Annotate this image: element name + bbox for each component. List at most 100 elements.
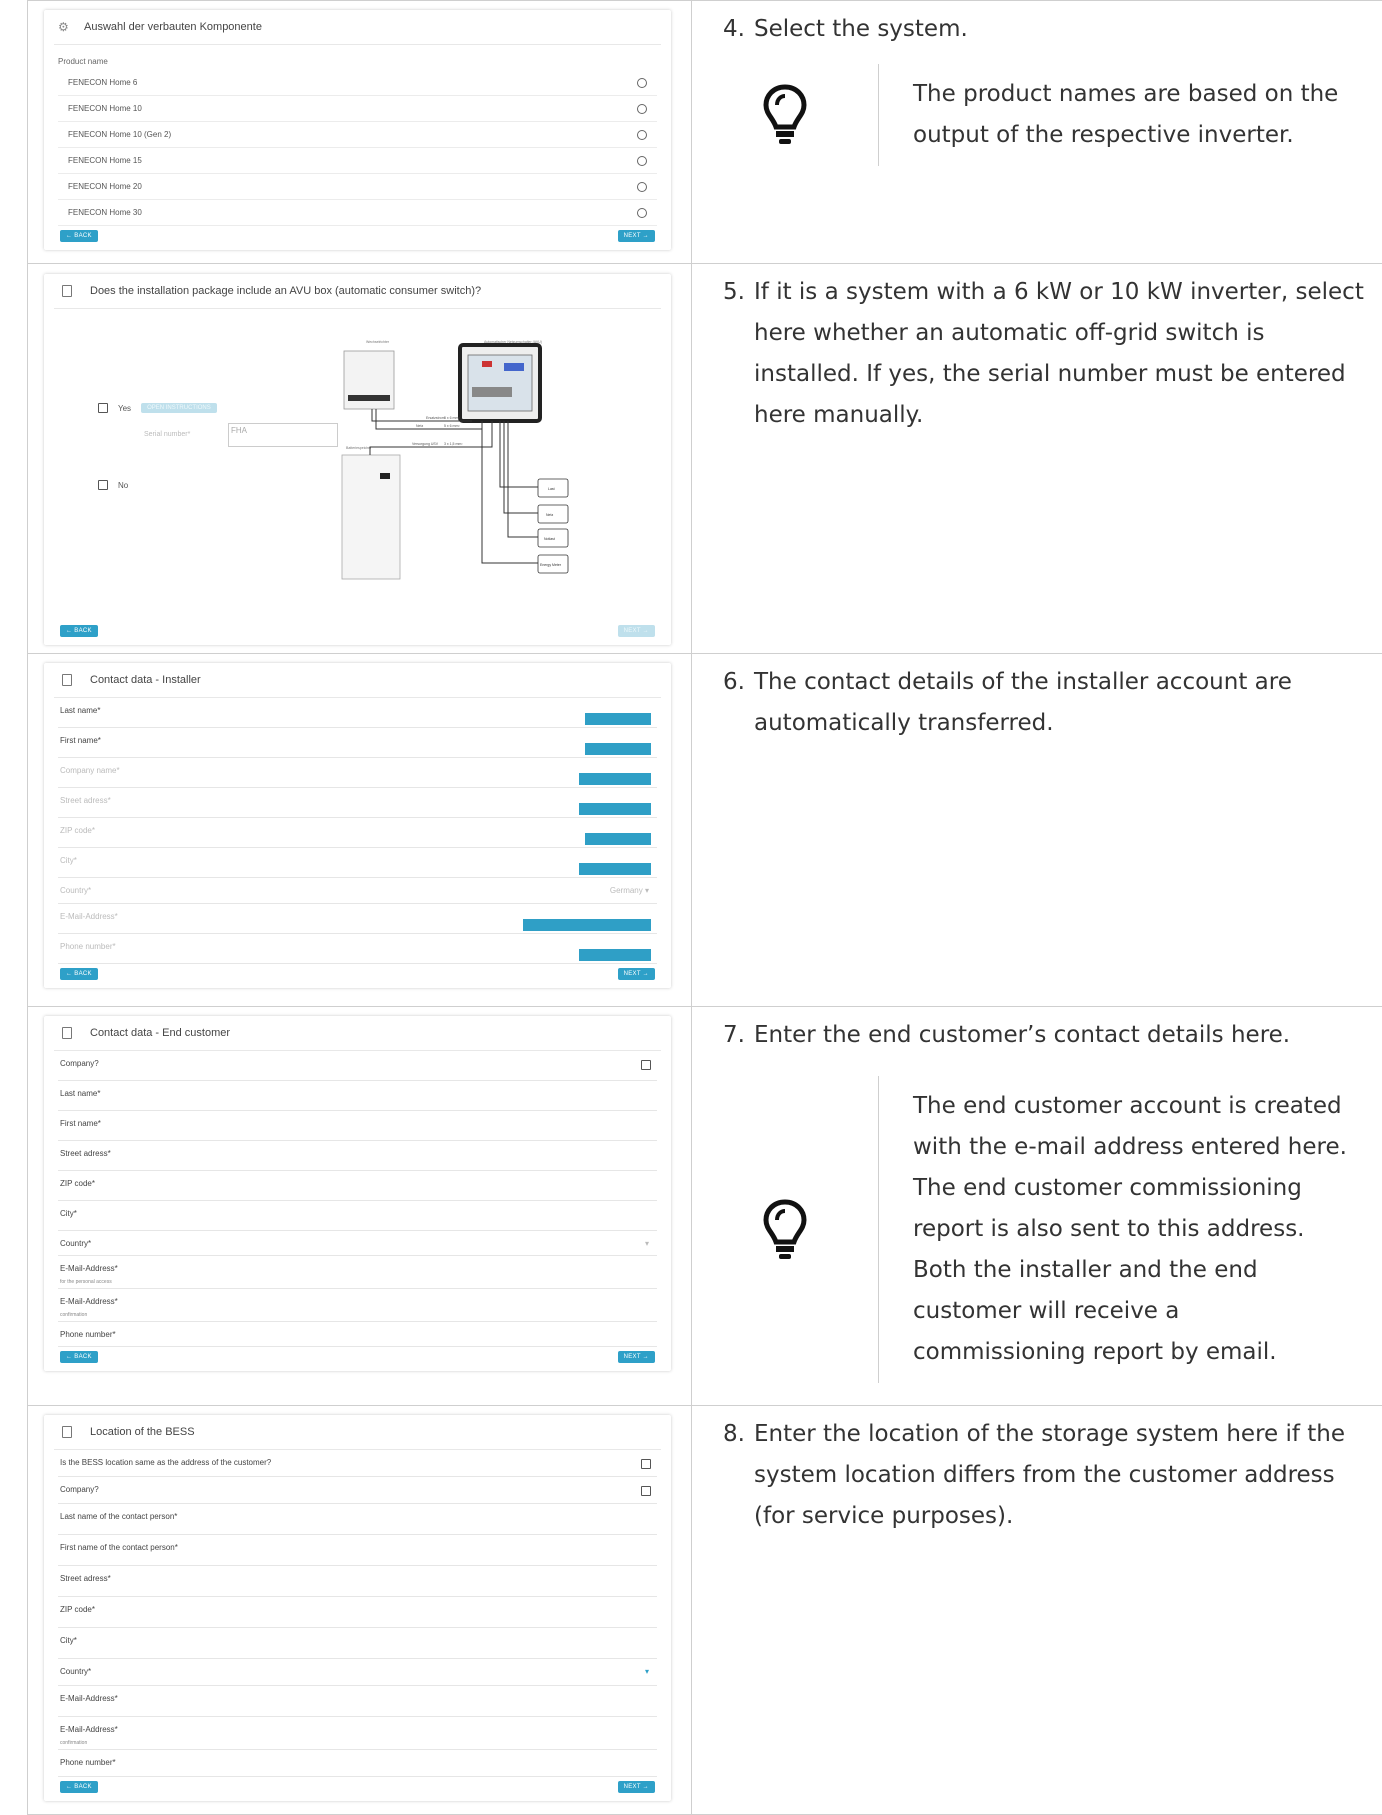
form-field[interactable]: ZIP code* <box>58 1171 657 1201</box>
product-option[interactable]: FENECON Home 6 <box>58 70 657 96</box>
radio-button[interactable] <box>637 130 647 140</box>
back-button[interactable]: ← BACK <box>60 625 98 637</box>
field-label: Phone number* <box>60 1330 116 1339</box>
company-checkbox[interactable] <box>641 1486 651 1496</box>
country-select[interactable]: Country*Germany ▾ <box>58 878 657 904</box>
installer-contact-screenshot: Contact data - Installer Last name* Firs… <box>44 663 671 988</box>
nav-buttons: ← BACK NEXT → <box>44 1347 671 1371</box>
country-select[interactable]: Country*▾ <box>58 1659 657 1686</box>
form-field[interactable]: First name of the contact person* <box>58 1535 657 1566</box>
form-field[interactable]: First name* <box>58 1111 657 1141</box>
form-field[interactable]: E-Mail-Address*for the personal access <box>58 1256 657 1289</box>
company-toggle[interactable]: Company? <box>58 1051 657 1081</box>
step-number: 8. <box>723 1414 754 1537</box>
line-name: Ersatzstrom <box>426 416 445 420</box>
document-icon <box>62 1426 72 1438</box>
field-label: City* <box>60 1636 77 1645</box>
lightbulb-icon <box>692 1076 878 1383</box>
open-instructions-button[interactable]: OPEN INSTRUCTIONS <box>141 403 217 413</box>
no-checkbox[interactable] <box>98 480 108 490</box>
next-button[interactable]: NEXT → <box>618 1781 655 1793</box>
same-address-toggle[interactable]: Is the BESS location same as the address… <box>58 1450 657 1477</box>
nav-buttons: ← BACK NEXT → <box>44 1777 671 1801</box>
step-text: Enter the location of the storage system… <box>754 1414 1365 1537</box>
radio-button[interactable] <box>637 208 647 218</box>
form-field[interactable]: Last name* <box>58 698 657 728</box>
back-button[interactable]: ← BACK <box>60 968 98 980</box>
description-cell: 5. If it is a system with a 6 kW or 10 k… <box>692 264 1382 654</box>
next-button[interactable]: NEXT → <box>618 968 655 980</box>
shot-header: ⚙ Auswahl der verbauten Komponente <box>54 10 661 45</box>
radio-button[interactable] <box>637 182 647 192</box>
yes-checkbox[interactable] <box>98 403 108 413</box>
no-option[interactable]: No <box>98 480 128 490</box>
radio-button[interactable] <box>637 78 647 88</box>
form-field[interactable]: Street adress* <box>58 788 657 818</box>
form-field[interactable]: City* <box>58 1201 657 1231</box>
form-field[interactable]: Street adress* <box>58 1141 657 1171</box>
back-button[interactable]: ← BACK <box>60 230 98 242</box>
avu-box-screenshot: Does the installation package include an… <box>44 274 671 645</box>
back-button[interactable]: ← BACK <box>60 1351 98 1363</box>
radio-button[interactable] <box>637 156 647 166</box>
tip-text: The product names are based on the outpu… <box>878 64 1369 166</box>
form-field[interactable]: Company name* <box>58 758 657 788</box>
form-field[interactable]: Phone number* <box>58 1750 657 1777</box>
next-button[interactable]: NEXT → <box>618 230 655 242</box>
yes-option[interactable]: Yes OPEN INSTRUCTIONS <box>98 403 217 413</box>
gear-icon: ⚙ <box>58 21 70 33</box>
avu-body: Yes OPEN INSTRUCTIONS Serial number* FHA… <box>44 309 671 621</box>
next-button[interactable]: NEXT → <box>618 625 655 637</box>
form-field[interactable]: ZIP code* <box>58 818 657 848</box>
same-address-checkbox[interactable] <box>641 1459 651 1469</box>
form-field[interactable]: E-Mail-Address*confirmation <box>58 1289 657 1322</box>
back-button[interactable]: ← BACK <box>60 1781 98 1793</box>
form-field[interactable]: ZIP code* <box>58 1597 657 1628</box>
serial-number-value: FHA <box>231 426 247 435</box>
step-number: 5. <box>723 272 754 436</box>
field-label: E-Mail-Address* <box>60 1694 118 1703</box>
document-icon <box>62 674 72 686</box>
form-field[interactable]: City* <box>58 1628 657 1659</box>
product-option[interactable]: FENECON Home 20 <box>58 174 657 200</box>
form-field[interactable]: First name* <box>58 728 657 758</box>
component-selection-screenshot: ⚙ Auswahl der verbauten Komponente Produ… <box>44 10 671 250</box>
form-field[interactable]: E-Mail-Address* <box>58 904 657 934</box>
serial-number-input[interactable]: FHA <box>228 423 338 447</box>
field-label: Country* <box>60 886 91 895</box>
product-option[interactable]: FENECON Home 10 <box>58 96 657 122</box>
step-item: 6. The contact details of the installer … <box>692 654 1382 744</box>
tip-box: The product names are based on the outpu… <box>692 64 1382 166</box>
field-label: City* <box>60 856 77 865</box>
form-field[interactable]: E-Mail-Address*confirmation <box>58 1717 657 1750</box>
step-text: If it is a system with a 6 kW or 10 kW i… <box>754 272 1365 436</box>
radio-button[interactable] <box>637 104 647 114</box>
company-checkbox[interactable] <box>641 1060 651 1070</box>
form-field[interactable]: Last name of the contact person* <box>58 1504 657 1535</box>
step-number: 4. <box>723 9 754 50</box>
form-field[interactable]: Phone number* <box>58 1322 657 1347</box>
product-option[interactable]: FENECON Home 30 <box>58 200 657 226</box>
form-field[interactable]: City* <box>58 848 657 878</box>
product-option[interactable]: FENECON Home 15 <box>58 148 657 174</box>
company-toggle[interactable]: Company? <box>58 1477 657 1504</box>
battery-label: Batteriespeicher <box>346 446 372 450</box>
nav-buttons: ← BACK NEXT → <box>44 964 671 988</box>
form-field[interactable]: E-Mail-Address* <box>58 1686 657 1717</box>
product-option[interactable]: FENECON Home 10 (Gen 2) <box>58 122 657 148</box>
battery-graphic <box>342 455 400 579</box>
shot-title: Does the installation package include an… <box>90 285 481 297</box>
country-select[interactable]: Country*▾ <box>58 1231 657 1256</box>
instruction-row: Does the installation package include an… <box>28 264 1382 654</box>
field-label: Street adress* <box>60 1574 111 1583</box>
form-field[interactable]: Street adress* <box>58 1566 657 1597</box>
form-field[interactable]: Last name* <box>58 1081 657 1111</box>
document-icon <box>62 1027 72 1039</box>
form-field[interactable]: Phone number* <box>58 934 657 964</box>
field-label: Last name of the contact person* <box>60 1512 177 1521</box>
screenshot-cell: ⚙ Auswahl der verbauten Komponente Produ… <box>28 1 692 264</box>
autofilled-value <box>579 949 651 961</box>
next-button[interactable]: NEXT → <box>618 1351 655 1363</box>
end-customer-contact-screenshot: Contact data - End customer Company? Las… <box>44 1016 671 1371</box>
instruction-row: ⚙ Auswahl der verbauten Komponente Produ… <box>28 1 1382 264</box>
